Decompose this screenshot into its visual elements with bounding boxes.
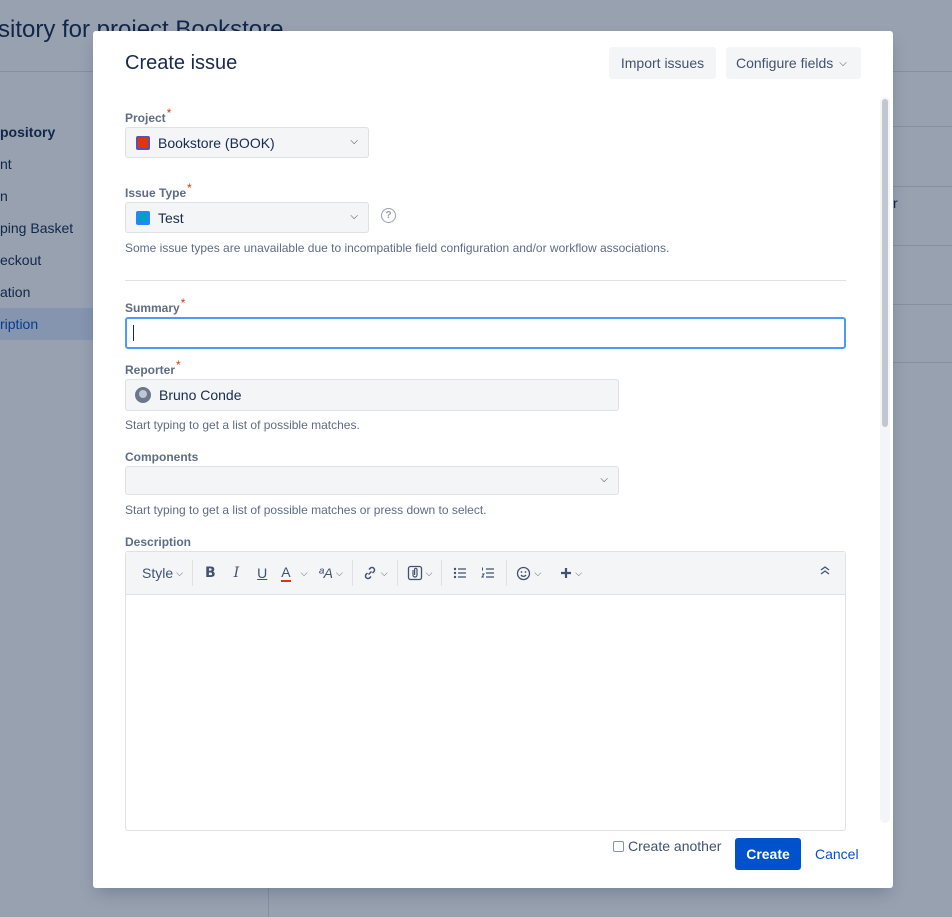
description-editor[interactable]: Style ⌵ B I U A ⌵ ªA ⌵ ⌵ ⌵ ⌵ ⌵ (125, 551, 846, 831)
components-label: Components (125, 450, 199, 464)
chevron-down-icon: ⌵ (575, 567, 583, 578)
project-value: Bookstore (BOOK) (158, 134, 275, 151)
chevron-down-icon: ⌵ (600, 474, 608, 485)
chevron-down-icon: ⌵ (176, 567, 183, 578)
italic-button[interactable]: I (224, 560, 250, 586)
chevron-down-icon: ⌵ (425, 567, 433, 578)
bullet-list-button[interactable] (446, 560, 474, 586)
import-issues-label: Import issues (620, 55, 705, 71)
configure-fields-label: Configure fields (736, 55, 834, 71)
attachment-icon (407, 565, 422, 581)
avatar (135, 387, 151, 403)
text-color-button[interactable]: A ⌵ (275, 560, 313, 586)
reporter-field[interactable]: Bruno Conde (125, 379, 619, 411)
chevron-down-icon: ⌵ (380, 567, 388, 578)
configure-fields-button[interactable]: Configure fields ⌵ (726, 47, 861, 79)
create-button[interactable]: Create (735, 838, 801, 870)
project-label: Project* (125, 106, 172, 125)
toolbar-separator (441, 560, 443, 586)
components-select[interactable]: ⌵ (125, 466, 619, 495)
style-label: Style (142, 565, 174, 581)
cancel-button[interactable]: Cancel (815, 846, 859, 862)
create-another-label: Create another (628, 838, 722, 854)
description-label: Description (125, 535, 192, 549)
link-icon (364, 566, 376, 580)
bold-button[interactable]: B (197, 560, 224, 586)
chevron-down-icon: ⌵ (350, 211, 358, 222)
text-size-button[interactable]: ªA ⌵ (313, 560, 347, 586)
numbered-list-icon (481, 567, 495, 578)
components-hint: Start typing to get a list of possible m… (125, 503, 487, 517)
chevron-down-icon: ⌵ (350, 136, 358, 147)
chevron-down-icon: ⌵ (534, 567, 542, 578)
project-select[interactable]: Bookstore (BOOK) ⌵ (125, 127, 369, 158)
emoji-icon (517, 566, 531, 580)
issue-type-hint: Some issue types are unavailable due to … (125, 241, 670, 255)
toolbar-separator (396, 560, 398, 586)
dialog-footer: Create another Create Cancel (93, 823, 893, 888)
issue-type-label: Issue Type* (125, 181, 192, 200)
chevron-down-icon: ⌵ (300, 567, 308, 578)
chevron-down-icon: ⌵ (839, 57, 847, 69)
issue-type-select[interactable]: Test ⌵ (125, 202, 369, 233)
editor-toolbar: Style ⌵ B I U A ⌵ ªA ⌵ ⌵ ⌵ ⌵ ⌵ (126, 552, 845, 595)
emoji-button[interactable]: ⌵ (511, 560, 546, 586)
insert-more-button[interactable]: ⌵ (555, 560, 587, 586)
summary-input[interactable] (125, 317, 846, 349)
bullet-list-icon (454, 567, 467, 579)
link-button[interactable]: ⌵ (357, 560, 393, 586)
toolbar-separator (550, 560, 551, 586)
toolbar-separator (506, 560, 508, 586)
underline-button[interactable]: U (249, 560, 275, 586)
help-icon[interactable]: ? (381, 208, 396, 223)
scrollbar-thumb[interactable] (882, 99, 888, 427)
numbered-list-button[interactable] (474, 560, 502, 586)
create-another-checkbox[interactable]: Create another (613, 838, 721, 854)
plus-icon (561, 568, 572, 578)
test-issue-icon (136, 210, 150, 225)
collapse-icon[interactable] (819, 565, 831, 578)
dialog-title: Create issue (125, 52, 238, 74)
style-dropdown[interactable]: Style ⌵ (137, 560, 188, 586)
project-icon (136, 135, 150, 150)
summary-label: Summary* (125, 296, 186, 315)
import-issues-button[interactable]: Import issues (609, 47, 716, 79)
checkbox-icon[interactable] (613, 840, 624, 852)
text-size-label: ªA (318, 565, 333, 581)
reporter-label: Reporter* (125, 358, 181, 377)
text-color-label: A (281, 564, 291, 582)
reporter-hint: Start typing to get a list of possible m… (125, 418, 360, 432)
attachment-button[interactable]: ⌵ (402, 560, 438, 586)
reporter-value: Bruno Conde (159, 387, 242, 403)
text-caret (133, 325, 134, 341)
toolbar-separator (191, 560, 193, 586)
form-divider (125, 280, 846, 281)
toolbar-separator (351, 560, 353, 586)
issue-type-value: Test (158, 209, 184, 226)
chevron-down-icon: ⌵ (335, 567, 343, 578)
create-issue-dialog: Create issue Import issues Configure fie… (93, 31, 893, 888)
